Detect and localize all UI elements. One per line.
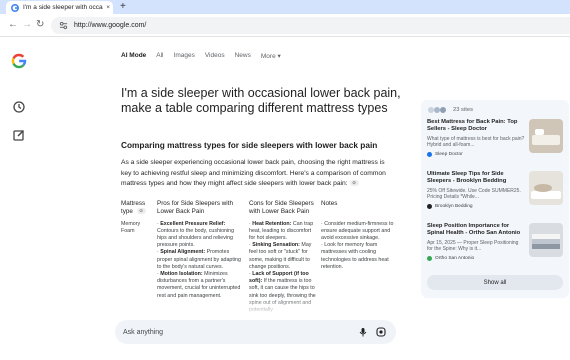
table-header: Pros for Side Sleepers with Lower Back P… [157, 199, 233, 215]
answer-heading: Comparing mattress types for side sleepe… [121, 140, 378, 150]
site-favicon-icon [427, 152, 432, 157]
sources-count: 23 sites [453, 107, 473, 113]
search-nav: AI Mode All Images Videos News More ▾ [121, 52, 281, 60]
sources-panel: 23 sites Best Mattress for Back Pain: To… [421, 100, 569, 298]
tab-strip: I'm a side sleeper with occasional lo × … [0, 0, 570, 14]
sleeper-thumbnail-icon[interactable] [529, 171, 563, 205]
table-header-row: Mattress type ⊘ Pros for Side Sleepers w… [121, 200, 406, 221]
url-text: http://www.google.com/ [74, 22, 147, 29]
mattress-thumbnail-icon[interactable] [529, 119, 563, 153]
history-icon[interactable] [12, 100, 26, 114]
site-info-icon[interactable] [59, 21, 68, 30]
source-snippet: Apr 15, 2025 — Proper Sleep Positioning … [427, 239, 519, 253]
source-site-name: Brooklyn Bedding [435, 204, 473, 209]
tab-title: I'm a side sleeper with occasional lo [23, 4, 103, 11]
source-link-icon[interactable]: ⊘ [136, 207, 146, 214]
new-chat-icon[interactable] [12, 128, 26, 142]
source-snippet: What type of mattress is best for back p… [427, 135, 525, 149]
google-logo-icon[interactable] [11, 53, 27, 69]
new-tab-icon[interactable]: + [120, 1, 126, 13]
reload-icon[interactable]: ↻ [36, 19, 44, 31]
source-site-name: Ortho San Antonio [435, 256, 475, 261]
source-site: Brooklyn Bedding [427, 204, 525, 209]
site-favicon-icon [427, 204, 432, 209]
tab-close-icon[interactable]: × [106, 4, 110, 11]
source-card[interactable]: Best Mattress for Back Pain: Top Sellers… [427, 119, 563, 171]
source-title[interactable]: Ultimate Sleep Tips for Side Sleepers - … [427, 171, 525, 186]
tab-ai-mode[interactable]: AI Mode [121, 52, 146, 60]
pro-label: Motion Isolation: [160, 270, 203, 277]
back-arrow-icon[interactable]: ← [8, 19, 18, 31]
address-bar[interactable]: http://www.google.com/ [51, 17, 570, 34]
source-card[interactable]: Ultimate Sleep Tips for Side Sleepers - … [427, 171, 563, 223]
tab-images[interactable]: Images [174, 52, 195, 60]
note-text: Look for memory foam mattresses with coo… [321, 242, 389, 270]
pro-text: Contours to the body, cushioning hips an… [157, 227, 235, 249]
source-title[interactable]: Best Mattress for Back Pain: Top Sellers… [427, 119, 525, 134]
mattress-layers-thumbnail-icon[interactable] [529, 223, 563, 257]
show-all-button[interactable]: Show all [427, 275, 563, 290]
table-header: Cons for Side Sleepers with Lower Back P… [249, 199, 314, 215]
intro-text: As a side sleeper experiencing occasiona… [121, 159, 386, 187]
microphone-icon[interactable] [358, 327, 368, 337]
source-site: Ortho San Antonio [427, 256, 525, 261]
sources-header[interactable]: 23 sites [427, 106, 563, 114]
source-site-name: Sleep Doctor [435, 152, 463, 157]
table-header: Mattress type ⊘ [121, 200, 157, 221]
source-snippet: 25% Off Sitewide. Use Code SUMMER25. Pri… [427, 187, 521, 201]
browser-toolbar: ← → ↻ http://www.google.com/ [0, 14, 570, 37]
tab-news[interactable]: News [235, 52, 251, 60]
browser-tab[interactable]: I'm a side sleeper with occasional lo × [6, 1, 113, 14]
note-text: Consider medium-firmness to ensure adequ… [321, 220, 394, 241]
ask-input[interactable]: Ask anything [123, 329, 350, 336]
google-favicon-icon [11, 3, 19, 12]
pro-label: Excellent Pressure Relief: [160, 220, 226, 227]
con-label: Heat Retention: [252, 220, 292, 227]
lens-camera-icon[interactable] [376, 327, 386, 337]
left-rail [0, 37, 38, 360]
site-favicon-icon [427, 256, 432, 261]
tab-more[interactable]: More ▾ [261, 52, 281, 60]
pro-label: Spinal Alignment: [160, 249, 206, 256]
answer-intro: As a side sleeper experiencing occasiona… [121, 158, 391, 190]
forward-arrow-icon[interactable]: → [22, 19, 32, 31]
table-header: Notes [321, 199, 338, 207]
con-label: Sinking Sensation: [252, 242, 300, 249]
source-title[interactable]: Sleep Position Importance for Spinal Hea… [427, 223, 525, 238]
ai-answer: I'm a side sleeper with occasional lower… [121, 86, 406, 316]
source-link-icon[interactable]: ⊘ [349, 180, 359, 187]
tab-all[interactable]: All [156, 52, 163, 60]
tab-videos[interactable]: Videos [205, 52, 225, 60]
user-query: I'm a side sleeper with occasional lower… [121, 86, 401, 115]
source-site: Sleep Doctor [427, 152, 525, 157]
site-logos-icon [428, 107, 446, 113]
source-card[interactable]: Sleep Position Importance for Spinal Hea… [427, 223, 563, 275]
scroll-fade [121, 296, 406, 316]
ask-bar[interactable]: Ask anything [115, 320, 396, 344]
